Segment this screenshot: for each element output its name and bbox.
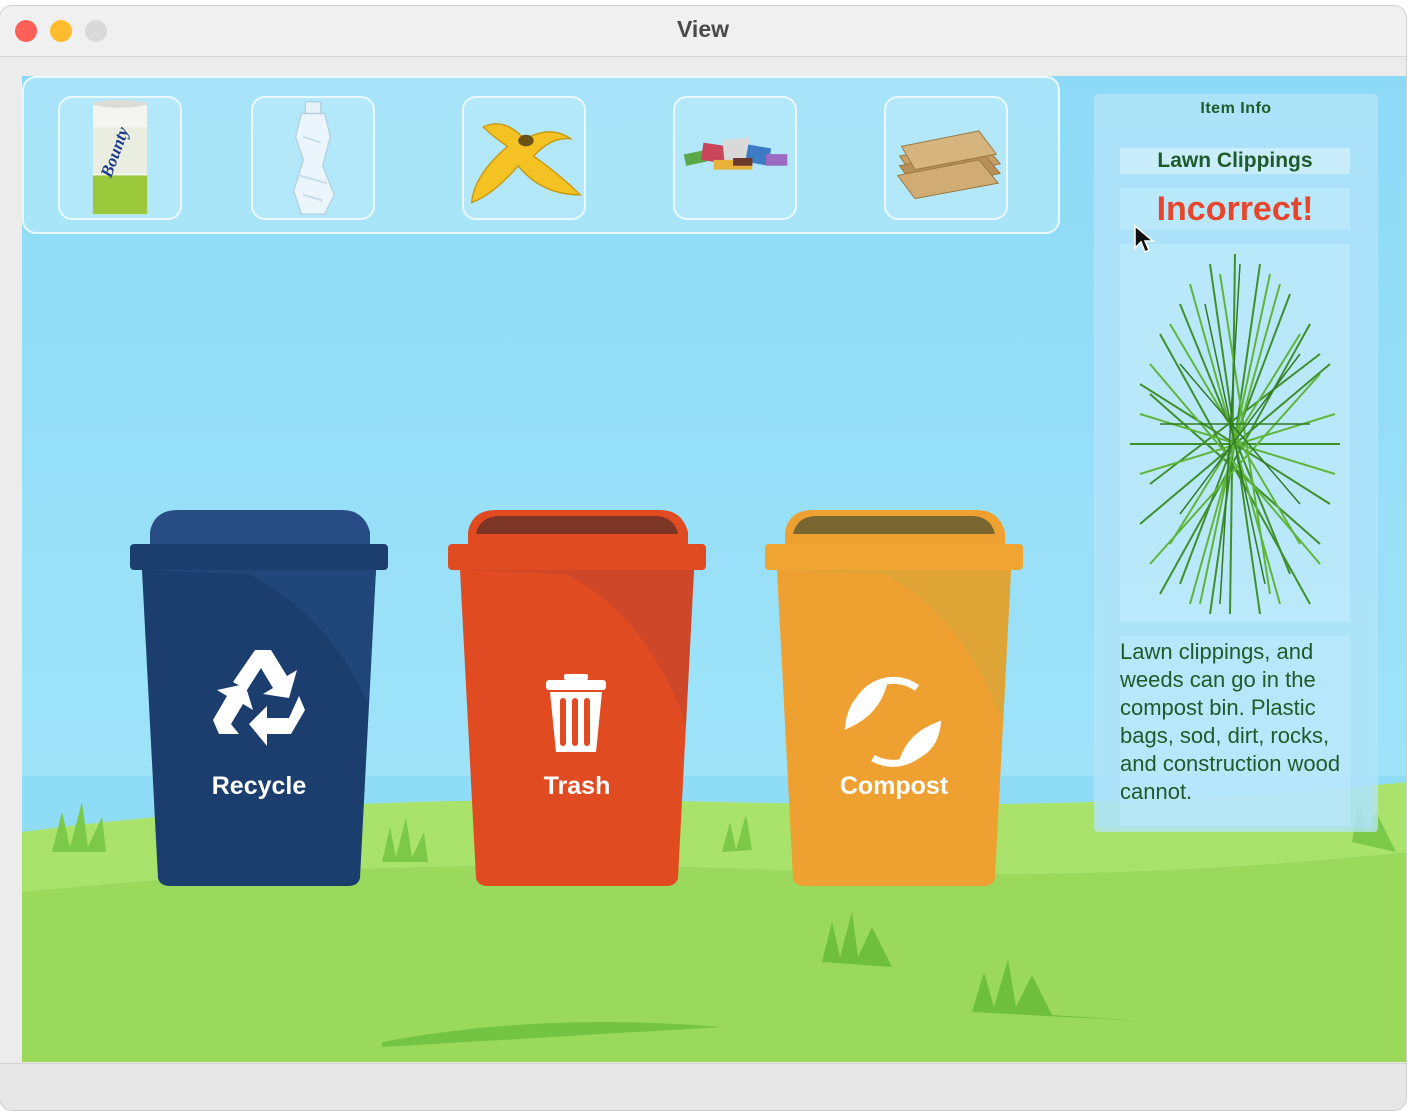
item-name: Lawn Clippings (1120, 148, 1350, 174)
compost-bin-label: Compost (839, 772, 949, 800)
recycle-bin-graphic (130, 510, 388, 886)
trash-bin[interactable]: Trash (446, 504, 708, 888)
paper-towel-icon: Bounty (92, 99, 148, 215)
recycle-bin-label: Recycle (211, 772, 307, 800)
banana-peel-icon (470, 123, 582, 204)
tray-item-paper-towel[interactable]: Bounty (58, 96, 182, 220)
tray-item-banana-peel[interactable] (462, 96, 586, 220)
trash-bin-label: Trash (543, 772, 611, 800)
window-title: View (677, 16, 729, 42)
tray-item-cardboard[interactable] (884, 96, 1008, 220)
item-description: Lawn clippings, and weeds can go in the … (1120, 639, 1341, 804)
game-scene: Bounty Recycle Trash Compost Item Info L… (22, 76, 1406, 1062)
compost-bin[interactable]: Compost (763, 504, 1025, 888)
compost-bin-graphic (765, 510, 1023, 886)
recycle-bin[interactable]: Recycle (128, 504, 390, 888)
cardboard-icon (896, 130, 1002, 200)
item-tray: Bounty (22, 76, 1060, 234)
window-bottom-bar (0, 1063, 1406, 1110)
item-info-panel: Item Info Lawn Clippings Incorrect! Lawn… (1094, 94, 1378, 832)
app-window: View Bounty Recycle Trash Compost Item I… (0, 6, 1406, 1110)
title-bar: View (0, 6, 1406, 57)
tray-item-mixed-trash[interactable] (673, 96, 797, 220)
grass-clippings-icon (1130, 253, 1340, 615)
item-image (1120, 244, 1350, 622)
trash-bin-graphic (448, 510, 706, 886)
mixed-trash-icon (683, 137, 788, 170)
plastic-bottle-icon (292, 101, 336, 215)
tray-item-plastic-bottle[interactable] (251, 96, 375, 220)
trash-can-icon (546, 674, 606, 752)
item-info-heading: Item Info (1200, 100, 1272, 117)
mouse-cursor-icon (1134, 224, 1155, 254)
